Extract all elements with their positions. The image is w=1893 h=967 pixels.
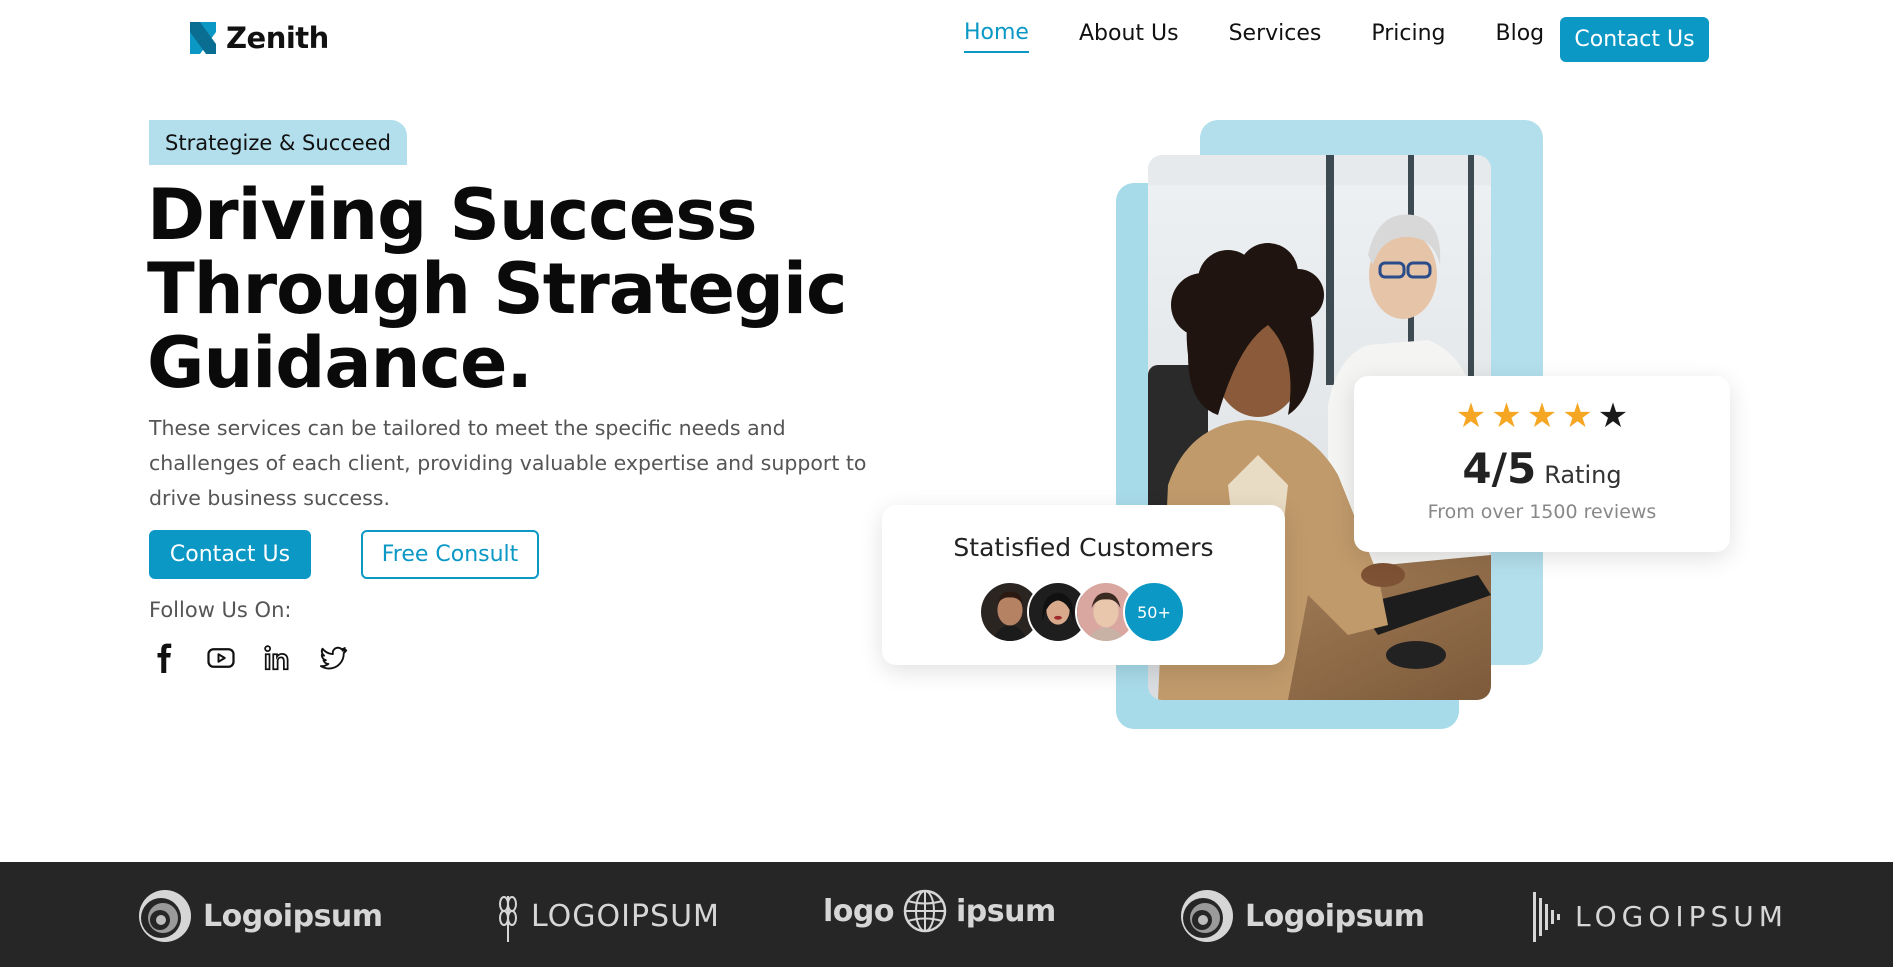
star-filled-icon: ★ [1562, 396, 1593, 436]
rating-card: ★ ★ ★ ★ ★ 4/5 Rating From over 1500 revi… [1354, 376, 1730, 552]
star-filled-icon: ★ [1491, 396, 1522, 436]
facebook-icon[interactable] [149, 642, 181, 674]
brand-logo[interactable]: Zenith [186, 18, 329, 58]
rating-line: 4/5 Rating [1354, 444, 1730, 493]
partner-logo-4-text: Logoipsum [1245, 898, 1425, 934]
rating-stars: ★ ★ ★ ★ ★ [1354, 398, 1730, 434]
rating-subtitle: From over 1500 reviews [1427, 501, 1657, 523]
wheat-logo-icon [495, 888, 521, 944]
partner-logo-4: Logoipsum [1179, 888, 1425, 944]
partner-logo-3-text-a: logo [823, 893, 894, 929]
top-navigation: Zenith Home About Us Services Pricing Bl… [0, 0, 1893, 84]
partner-logo-3-text-b: ipsum [955, 893, 1056, 929]
nav-about-us[interactable]: About Us [1079, 21, 1179, 52]
star-empty-icon: ★ [1597, 396, 1629, 436]
headline-line-2: Through Strategic [147, 248, 848, 330]
star-filled-icon: ★ [1526, 396, 1558, 436]
bars-logo-icon [1531, 888, 1565, 944]
zenith-logo-icon [190, 22, 216, 54]
hero-description: These services can be tailored to meet t… [149, 416, 867, 510]
twitter-icon[interactable] [317, 642, 349, 674]
contact-us-button[interactable]: Contact Us [149, 530, 311, 579]
more-customers-badge: 50+ [1123, 581, 1185, 643]
customers-title: Statisfied Customers [953, 533, 1214, 562]
spiral-logo-icon [137, 888, 193, 944]
headline-line-1: Driving Success [147, 174, 758, 256]
partner-logo-2: LOGOIPSUM [495, 888, 720, 944]
partner-logo-1-text: Logoipsum [203, 898, 383, 934]
youtube-icon[interactable] [205, 642, 237, 674]
star-filled-icon: ★ [1455, 396, 1487, 436]
free-consult-button[interactable]: Free Consult [361, 530, 539, 579]
main-menu: Home About Us Services Pricing Blog [964, 20, 1594, 53]
rating-label: Rating [1544, 461, 1622, 489]
partner-logo-5-text: LOGOIPSUM [1575, 899, 1788, 933]
customer-avatars: 50+ [979, 581, 1185, 643]
nav-contact-button[interactable]: Contact Us [1560, 17, 1709, 62]
rating-value: 4/5 [1462, 444, 1537, 493]
partner-logo-2-text: LOGOIPSUM [531, 898, 720, 934]
partner-logo-5: LOGOIPSUM [1531, 888, 1788, 944]
partner-logo-strip: Logoipsum LOGOIPSUM logo ipsum Logoipsum… [0, 862, 1893, 967]
partner-logo-3: logo ipsum [823, 888, 1056, 934]
nav-pricing[interactable]: Pricing [1371, 21, 1445, 52]
globe-logo-icon [902, 888, 948, 934]
social-links [149, 642, 349, 674]
follow-label: Follow Us On: [149, 598, 292, 622]
linkedin-icon[interactable] [261, 642, 293, 674]
headline-line-3: Guidance. [147, 322, 533, 404]
nav-blog[interactable]: Blog [1496, 21, 1545, 52]
customers-card: Statisfied Customers 50+ [882, 505, 1285, 665]
hero-headline: Driving Success Through Strategic Guidan… [147, 178, 907, 400]
brand-name: Zenith [226, 21, 329, 55]
spiral-logo-icon [1179, 888, 1235, 944]
nav-home[interactable]: Home [964, 20, 1029, 53]
nav-services[interactable]: Services [1229, 21, 1322, 52]
partner-logo-1: Logoipsum [137, 888, 383, 944]
hero-badge: Strategize & Succeed [149, 120, 407, 165]
